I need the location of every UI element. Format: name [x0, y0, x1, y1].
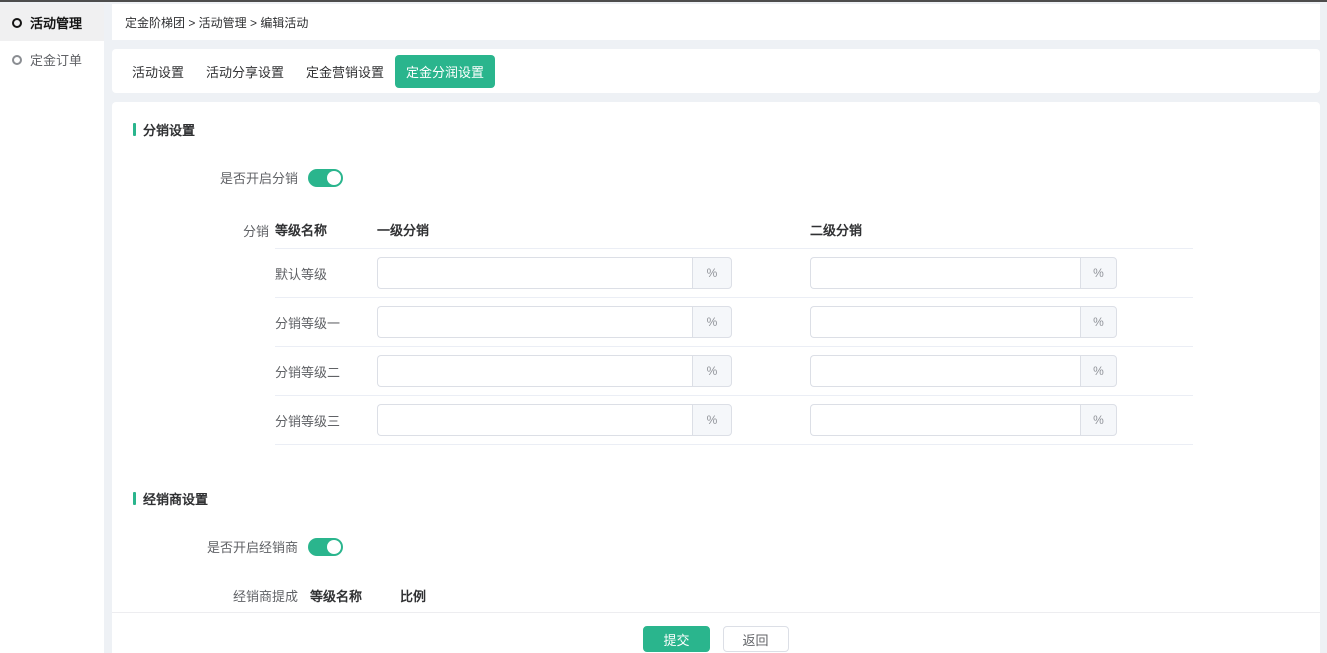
level1-percent-input[interactable]	[377, 257, 692, 289]
sidebar-item-label: 活动管理	[30, 13, 82, 32]
dealer-toggle[interactable]	[308, 538, 343, 556]
distribution-row: 默认等级%%	[275, 249, 1193, 297]
level2-percent-input[interactable]	[810, 404, 1080, 436]
back-button[interactable]: 返回	[723, 626, 789, 652]
level2-percent-input[interactable]	[810, 355, 1080, 387]
content-area: 定金阶梯团 > 活动管理 > 编辑活动 活动设置活动分享设置定金营销设置定金分润…	[112, 4, 1320, 653]
toggle-knob-icon	[327, 171, 341, 185]
sidebar: 活动管理定金订单	[0, 4, 104, 653]
percent-suffix: %	[692, 404, 732, 436]
percent-suffix: %	[692, 306, 732, 338]
distribution-section-title-text: 分销设置	[143, 120, 195, 139]
dealer-header-ratio: 比例	[400, 586, 426, 605]
sidebar-item-label: 定金订单	[30, 50, 82, 69]
distribution-row: 分销等级三%%	[275, 396, 1193, 444]
percent-suffix: %	[1080, 306, 1117, 338]
dealer-section-title: 经销商设置	[133, 489, 1320, 508]
dealer-toggle-row: 是否开启经销商	[112, 537, 1320, 556]
distribution-table: 分销 等级名称 一级分销 二级分销 默认等级%%分销等级一%%分销等级二%%分销…	[243, 220, 1320, 445]
breadcrumb-text: 定金阶梯团 > 活动管理 > 编辑活动	[125, 14, 308, 31]
dealer-header-level-name: 等级名称	[310, 586, 400, 605]
dealer-table-label: 经销商提成	[112, 586, 298, 605]
percent-suffix: %	[692, 355, 732, 387]
distribution-toggle[interactable]	[308, 169, 343, 187]
level1-percent-input[interactable]	[377, 306, 692, 338]
section-bar-icon	[133, 492, 136, 505]
level1-percent-input[interactable]	[377, 404, 692, 436]
breadcrumb: 定金阶梯团 > 活动管理 > 编辑活动	[112, 4, 1320, 40]
distribution-section-title: 分销设置	[133, 120, 1320, 139]
section-bar-icon	[133, 123, 136, 136]
level1-input-group: %	[377, 355, 732, 387]
sidebar-item-2[interactable]: 定金订单	[0, 41, 104, 78]
footer-bar: 提交 返回	[112, 612, 1320, 652]
distribution-table-label: 分销	[243, 220, 269, 445]
level2-percent-input[interactable]	[810, 306, 1080, 338]
header-level2: 二级分销	[810, 220, 1117, 239]
distribution-row: 分销等级一%%	[275, 298, 1193, 346]
sidebar-item-1[interactable]: 活动管理	[0, 4, 104, 41]
dealer-table-header: 经销商提成 等级名称 比例	[112, 586, 1320, 605]
percent-suffix: %	[1080, 257, 1117, 289]
level2-input-group: %	[810, 306, 1117, 338]
tab-3[interactable]: 定金营销设置	[295, 55, 395, 88]
level-name: 分销等级一	[275, 313, 377, 332]
page: 活动管理定金订单 定金阶梯团 > 活动管理 > 编辑活动 活动设置活动分享设置定…	[0, 0, 1327, 653]
tab-bar: 活动设置活动分享设置定金营销设置定金分润设置	[112, 49, 1320, 93]
submit-button[interactable]: 提交	[643, 626, 709, 652]
distribution-toggle-row: 是否开启分销	[112, 168, 1320, 187]
tab-4[interactable]: 定金分润设置	[395, 55, 495, 88]
main-card: 分销设置 是否开启分销 分销 等级名称 一级分销 二级分销	[112, 102, 1320, 653]
level1-input-group: %	[377, 257, 732, 289]
level1-percent-input[interactable]	[377, 355, 692, 387]
percent-suffix: %	[692, 257, 732, 289]
percent-suffix: %	[1080, 355, 1117, 387]
dealer-section-title-text: 经销商设置	[143, 489, 208, 508]
distribution-row: 分销等级二%%	[275, 347, 1193, 395]
distribution-toggle-label: 是否开启分销	[112, 168, 298, 187]
header-level-name: 等级名称	[275, 220, 377, 239]
circle-icon	[12, 18, 22, 28]
level2-input-group: %	[810, 404, 1117, 436]
toggle-knob-icon	[327, 540, 341, 554]
tab-1[interactable]: 活动设置	[121, 55, 195, 88]
level-name: 分销等级三	[275, 411, 377, 430]
dealer-toggle-label: 是否开启经销商	[112, 537, 298, 556]
tab-2[interactable]: 活动分享设置	[195, 55, 295, 88]
level-name: 分销等级二	[275, 362, 377, 381]
header-level1: 一级分销	[377, 220, 732, 239]
level2-input-group: %	[810, 355, 1117, 387]
level-name: 默认等级	[275, 264, 377, 283]
divider	[275, 444, 1193, 445]
level2-percent-input[interactable]	[810, 257, 1080, 289]
level2-input-group: %	[810, 257, 1117, 289]
level1-input-group: %	[377, 306, 732, 338]
percent-suffix: %	[1080, 404, 1117, 436]
circle-icon	[12, 55, 22, 65]
level1-input-group: %	[377, 404, 732, 436]
distribution-table-header: 等级名称 一级分销 二级分销	[275, 220, 1193, 248]
